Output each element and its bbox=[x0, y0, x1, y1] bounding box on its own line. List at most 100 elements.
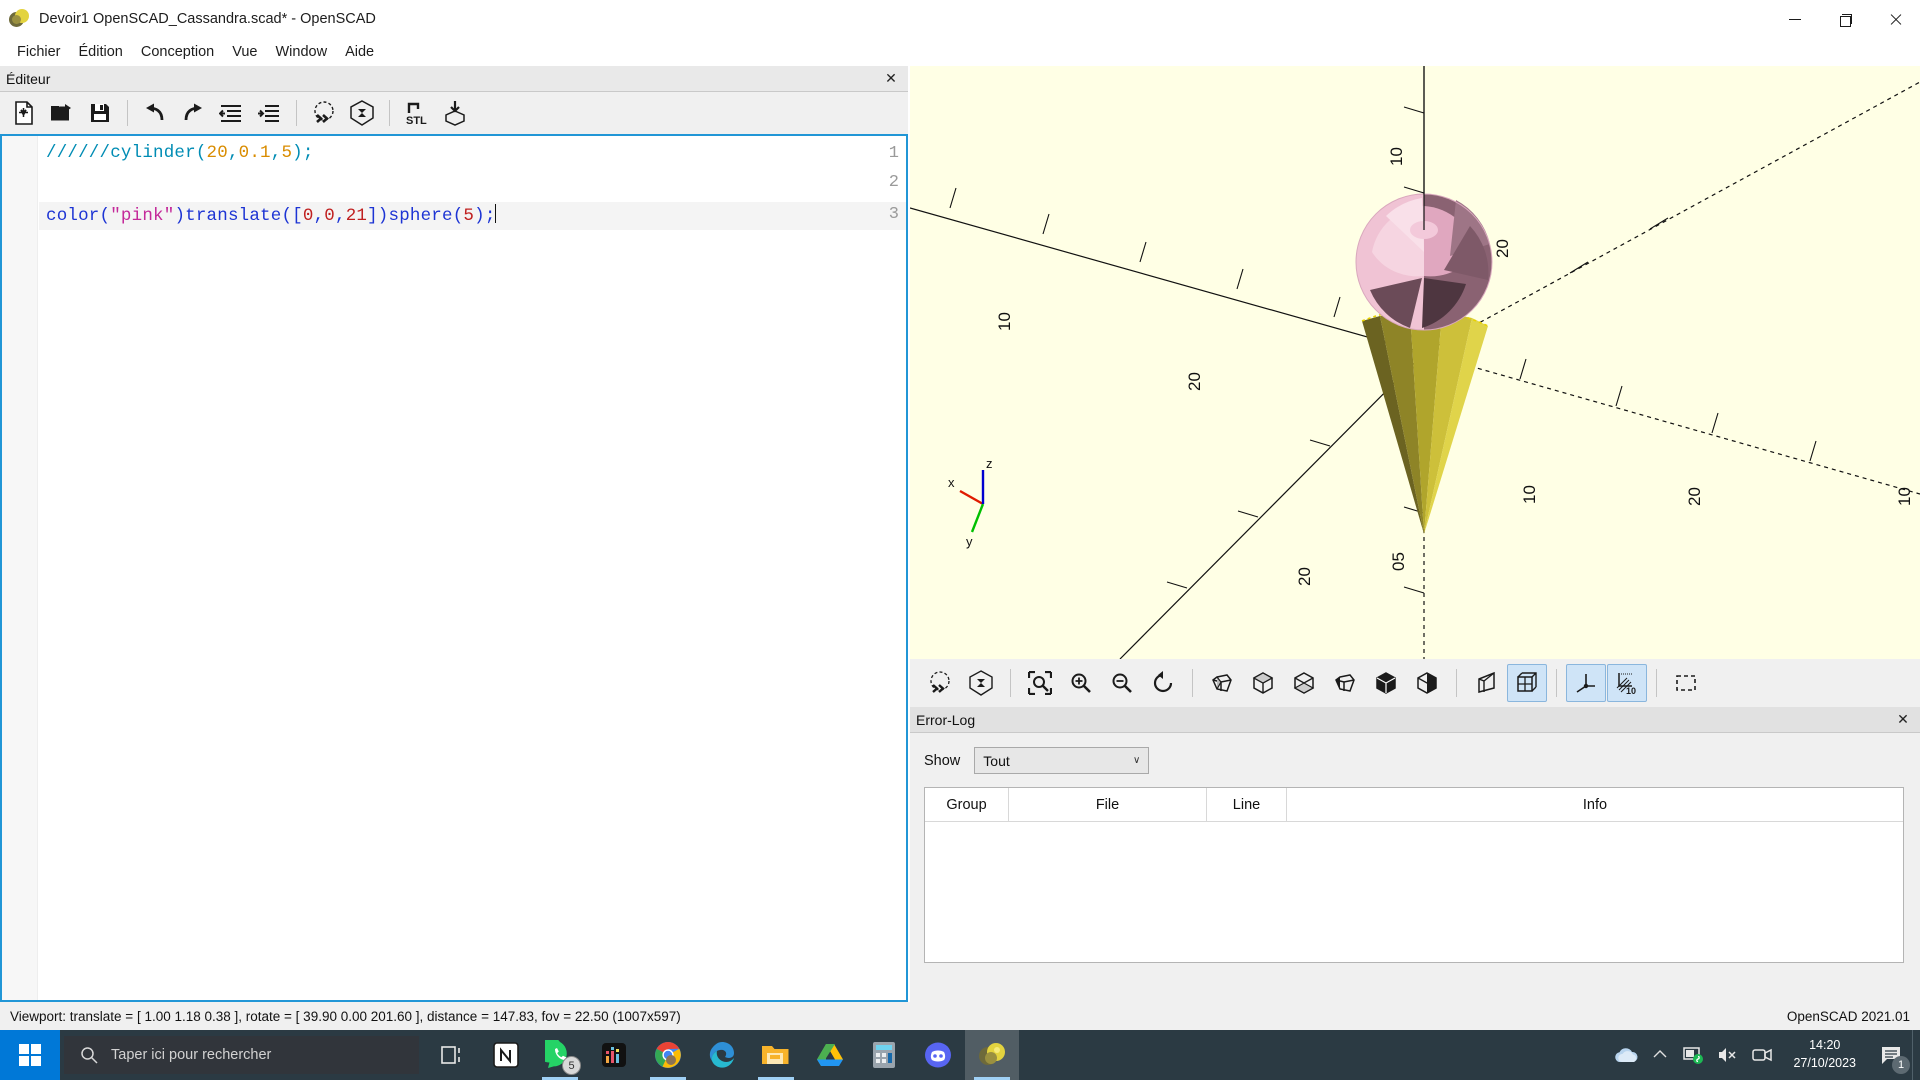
zoom-out-icon[interactable] bbox=[1102, 664, 1142, 702]
menu-edition[interactable]: Édition bbox=[70, 41, 132, 63]
code-line-1: //////cylinder(20,0.1,5); bbox=[46, 143, 314, 163]
export-image-icon[interactable] bbox=[437, 96, 473, 130]
svg-text:05: 05 bbox=[1389, 552, 1408, 571]
svg-text:10: 10 bbox=[1895, 487, 1914, 506]
view-back-icon[interactable] bbox=[1407, 664, 1447, 702]
column-header-group[interactable]: Group bbox=[925, 788, 1009, 822]
openscad-icon[interactable] bbox=[965, 1030, 1019, 1080]
file-explorer-icon[interactable] bbox=[749, 1030, 803, 1080]
reset-view-icon[interactable] bbox=[1143, 664, 1183, 702]
close-button[interactable] bbox=[1870, 0, 1920, 38]
preview-icon[interactable] bbox=[306, 96, 342, 130]
preview-icon[interactable] bbox=[920, 664, 960, 702]
cone-model bbox=[1361, 308, 1489, 534]
menu-window[interactable]: Window bbox=[266, 41, 336, 63]
google-drive-icon[interactable] bbox=[803, 1030, 857, 1080]
zoom-fit-icon[interactable] bbox=[1020, 664, 1060, 702]
code-token: 0.1 bbox=[238, 143, 271, 163]
view-top-icon[interactable] bbox=[1243, 664, 1283, 702]
svg-text:10: 10 bbox=[995, 312, 1014, 331]
zoom-in-icon[interactable] bbox=[1061, 664, 1101, 702]
3d-viewport[interactable]: 10 20 20 10 10 20 05 10 10 20 20 10 10 bbox=[910, 66, 1920, 659]
line-number: 2 bbox=[888, 173, 899, 192]
spotify-icon[interactable] bbox=[587, 1030, 641, 1080]
editor-close-icon[interactable]: ✕ bbox=[880, 69, 902, 89]
calculator-icon[interactable] bbox=[857, 1030, 911, 1080]
maximize-button[interactable] bbox=[1820, 0, 1870, 38]
window-controls bbox=[1770, 0, 1920, 38]
notification-center-button[interactable]: 1 bbox=[1870, 1030, 1912, 1080]
whatsapp-icon[interactable]: 5 bbox=[533, 1030, 587, 1080]
view-left-icon[interactable] bbox=[1325, 664, 1365, 702]
menu-aide[interactable]: Aide bbox=[336, 41, 383, 63]
new-file-icon[interactable] bbox=[6, 96, 42, 130]
toolbar-separator bbox=[1010, 669, 1011, 697]
column-header-info[interactable]: Info bbox=[1287, 788, 1903, 822]
code-token: 0 bbox=[302, 206, 314, 226]
menu-conception[interactable]: Conception bbox=[132, 41, 223, 63]
code-token: , bbox=[270, 143, 282, 163]
task-view-icon[interactable] bbox=[425, 1030, 479, 1080]
minimize-button[interactable] bbox=[1770, 0, 1820, 38]
show-filter-value: Tout bbox=[983, 752, 1010, 769]
error-log-table[interactable]: Group File Line Info bbox=[924, 787, 1904, 963]
code-token: , bbox=[227, 143, 239, 163]
view-front-icon[interactable] bbox=[1366, 664, 1406, 702]
toolbar-separator bbox=[1456, 669, 1457, 697]
save-file-icon[interactable] bbox=[82, 96, 118, 130]
svg-text:10: 10 bbox=[1387, 147, 1406, 166]
edge-icon[interactable] bbox=[695, 1030, 749, 1080]
search-placeholder: Taper ici pour rechercher bbox=[111, 1047, 272, 1063]
show-scale-icon[interactable]: 10 bbox=[1607, 664, 1647, 702]
discord-icon[interactable] bbox=[911, 1030, 965, 1080]
render-icon[interactable] bbox=[961, 664, 1001, 702]
unindent-icon[interactable] bbox=[213, 96, 249, 130]
search-input[interactable]: Taper ici pour rechercher bbox=[64, 1036, 419, 1074]
chevron-up-icon[interactable] bbox=[1643, 1030, 1677, 1080]
orthogonal-icon[interactable] bbox=[1507, 664, 1547, 702]
taskbar-clock[interactable]: 14:20 27/10/2023 bbox=[1779, 1030, 1870, 1080]
perspective-icon[interactable] bbox=[1466, 664, 1506, 702]
start-button[interactable] bbox=[0, 1030, 60, 1080]
show-filter-select[interactable]: Tout ∨ bbox=[974, 747, 1150, 774]
view-bottom-icon[interactable] bbox=[1284, 664, 1324, 702]
code-token: color bbox=[46, 206, 100, 226]
network-icon[interactable] bbox=[1677, 1030, 1711, 1080]
whatsapp-badge: 5 bbox=[562, 1056, 581, 1075]
camera-icon[interactable] bbox=[1745, 1030, 1779, 1080]
code-token: ([ bbox=[281, 206, 303, 226]
title-bar: Devoir1 OpenSCAD_Cassandra.scad* - OpenS… bbox=[0, 0, 1920, 38]
code-line-3: color("pink")translate([0,0,21])sphere(5… bbox=[46, 204, 497, 226]
code-token: ]) bbox=[367, 206, 389, 226]
menu-vue[interactable]: Vue bbox=[223, 41, 266, 63]
open-file-icon[interactable] bbox=[44, 96, 80, 130]
notion-icon[interactable] bbox=[479, 1030, 533, 1080]
code-token: 21 bbox=[345, 206, 368, 226]
show-axes-icon[interactable] bbox=[1566, 664, 1606, 702]
code-token: ); bbox=[474, 206, 496, 226]
render-icon[interactable] bbox=[344, 96, 380, 130]
show-desktop-button[interactable] bbox=[1912, 1030, 1920, 1080]
toolbar-separator bbox=[1556, 669, 1557, 697]
view-right-icon[interactable] bbox=[1202, 664, 1242, 702]
svg-text:20: 20 bbox=[1185, 372, 1204, 391]
export-stl-icon[interactable]: STL bbox=[399, 96, 435, 130]
onedrive-icon[interactable] bbox=[1609, 1030, 1643, 1080]
code-token: 20 bbox=[206, 143, 228, 163]
svg-text:x: x bbox=[948, 475, 955, 490]
toolbar-separator bbox=[389, 100, 390, 126]
redo-icon[interactable] bbox=[175, 96, 211, 130]
chrome-icon[interactable] bbox=[641, 1030, 695, 1080]
editor-dock-label: Éditeur bbox=[6, 70, 51, 87]
code-editor[interactable]: 1 2 3 //////cylinder(20,0.1,5); color("p… bbox=[0, 134, 908, 1002]
column-header-line[interactable]: Line bbox=[1207, 788, 1287, 822]
menu-fichier[interactable]: Fichier bbox=[8, 41, 70, 63]
indent-icon[interactable] bbox=[251, 96, 287, 130]
volume-muted-icon[interactable] bbox=[1711, 1030, 1745, 1080]
column-header-file[interactable]: File bbox=[1009, 788, 1207, 822]
show-edges-icon[interactable] bbox=[1666, 664, 1706, 702]
undo-icon[interactable] bbox=[137, 96, 173, 130]
notification-badge: 1 bbox=[1892, 1056, 1910, 1074]
error-log-dock-title: Error-Log ✕ bbox=[910, 707, 1920, 733]
error-log-close-icon[interactable]: ✕ bbox=[1892, 710, 1914, 730]
